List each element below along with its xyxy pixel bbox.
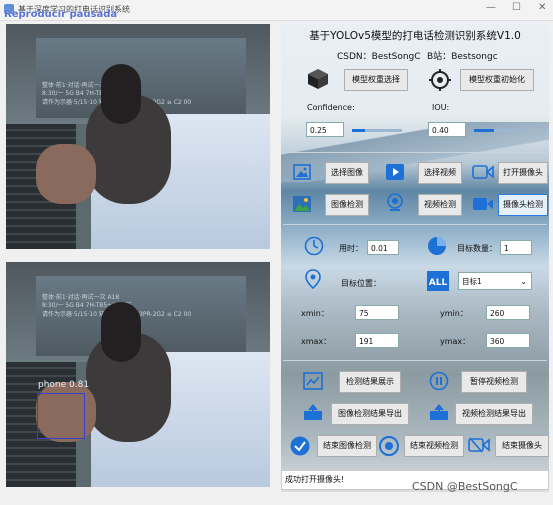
export-video-results-button[interactable]: 视频检测结果导出: [455, 403, 533, 425]
xmax-label: xmax：: [301, 337, 332, 346]
video-detect-button[interactable]: 视频检测: [418, 194, 462, 216]
cube-icon: [308, 69, 328, 89]
control-panel: 基于YOLOv5模型的打电话检测识别系统V1.0 CSDN：BestSongC …: [281, 22, 549, 492]
detection-video-view: 整体·前1·对话·再试一次 A18 8:30/一 5G B4 7H-TB5+10…: [6, 262, 270, 487]
picture-icon: [293, 196, 311, 212]
camera-detect-button[interactable]: 摄像头检测: [498, 194, 548, 216]
image-icon: [293, 164, 311, 180]
detection-label: phone 0.81: [38, 380, 90, 390]
line-chart-icon: [303, 372, 323, 390]
pause-icon: [429, 371, 449, 391]
bilibili-info: B站：Bestsongc: [427, 52, 498, 62]
camera-icon: [472, 165, 494, 179]
chevron-down-icon: ⌄: [520, 277, 527, 286]
ymin-label: ymin：: [440, 309, 468, 318]
time-label: 用时：: [339, 244, 363, 253]
select-weights-button[interactable]: 模型权重选择: [344, 69, 408, 91]
csdn-info: CSDN：BestSongC: [337, 52, 421, 62]
camera-off-icon: [468, 437, 490, 453]
detection-bounding-box: [37, 393, 85, 439]
video-camera-icon: [473, 198, 493, 210]
xmin-value: 75: [355, 305, 399, 320]
clock-icon: [304, 236, 324, 256]
original-video-view: 整体·前1·对话·再试一次 A18 8:30/一 5G B4 7H-TB5+10…: [6, 24, 270, 249]
all-icon: ALL: [427, 271, 449, 291]
video-file-icon: [386, 164, 404, 180]
minimize-button[interactable]: —: [486, 2, 496, 13]
end-camera-button[interactable]: 结束摄像头: [495, 435, 549, 457]
init-weights-button[interactable]: 模型权重初始化: [460, 69, 534, 91]
target-count-value: 1: [500, 240, 532, 255]
webcam-icon: [387, 193, 403, 211]
target-icon: [429, 69, 451, 91]
export-image-results-button[interactable]: 图像检测结果导出: [331, 403, 409, 425]
iou-input[interactable]: 0.40: [428, 122, 466, 137]
iou-slider[interactable]: [474, 129, 524, 132]
location-pin-icon: [305, 269, 321, 289]
maximize-button[interactable]: ☐: [512, 2, 521, 13]
stop-icon: [379, 436, 399, 456]
xmax-value: 191: [355, 333, 399, 348]
pause-video-button[interactable]: 暂停视频检测: [461, 371, 527, 393]
iou-label: IOU:: [432, 103, 450, 112]
target-position-label: 目标位置：: [341, 279, 381, 288]
confidence-slider[interactable]: [352, 129, 402, 132]
pie-chart-icon: [428, 237, 446, 255]
ymax-value: 360: [486, 333, 530, 348]
ymin-value: 260: [486, 305, 530, 320]
ymax-label: ymax：: [440, 337, 471, 346]
confidence-input[interactable]: 0.25: [306, 122, 344, 137]
target-select-dropdown[interactable]: 目标1 ⌄: [458, 272, 532, 290]
playback-overlay-text: Reproducir pausada: [4, 9, 118, 20]
close-button[interactable]: ✕: [538, 2, 546, 13]
check-circle-icon: [290, 436, 310, 456]
target-count-label: 目标数量：: [457, 244, 497, 253]
panel-title: 基于YOLOv5模型的打电话检测识别系统V1.0: [309, 30, 521, 42]
select-video-button[interactable]: 选择视频: [418, 162, 462, 184]
select-image-button[interactable]: 选择图像: [325, 162, 369, 184]
export-video-icon: [430, 404, 448, 420]
xmin-label: xmin：: [301, 309, 329, 318]
end-image-detect-button[interactable]: 结束图像检测: [317, 435, 377, 457]
end-video-detect-button[interactable]: 结束视频检测: [404, 435, 464, 457]
confidence-label: Confidence:: [307, 103, 355, 112]
open-camera-button[interactable]: 打开摄像头: [498, 162, 548, 184]
time-value: 0.01: [367, 240, 399, 255]
export-image-icon: [304, 404, 322, 420]
image-detect-button[interactable]: 图像检测: [325, 194, 369, 216]
show-results-button[interactable]: 检测结果展示: [339, 371, 401, 393]
svg-text:ALL: ALL: [429, 278, 448, 288]
watermark: CSDN @BestSongC: [412, 480, 518, 493]
